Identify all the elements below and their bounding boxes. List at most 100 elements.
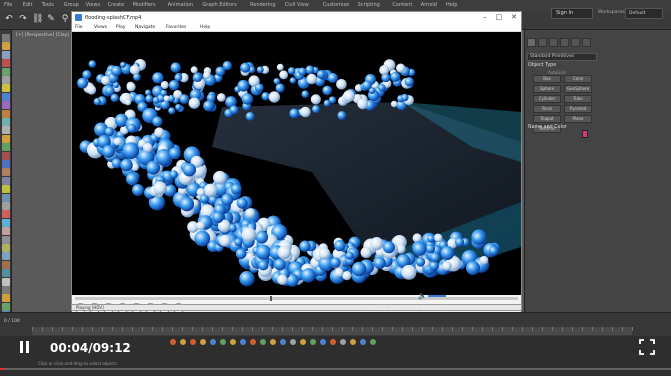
bottom-toolbar-icon[interactable]	[290, 339, 296, 345]
workspaces-dropdown[interactable]: Default	[625, 8, 663, 19]
player-menu-navigate[interactable]: Navigate	[135, 25, 155, 30]
tool-icon[interactable]	[2, 210, 10, 219]
bottom-toolbar-icon[interactable]	[210, 339, 216, 345]
bottom-toolbar-icon[interactable]	[280, 339, 286, 345]
tool-icon[interactable]	[2, 244, 10, 252]
bottom-toolbar-icon[interactable]	[170, 339, 176, 345]
video-pause-icon[interactable]	[20, 341, 29, 353]
bottom-toolbar-icon[interactable]	[200, 339, 206, 345]
tool-icon[interactable]	[2, 118, 10, 126]
bottom-toolbar-icon[interactable]	[360, 339, 366, 345]
tool-icon[interactable]	[2, 168, 10, 177]
player-menu-file[interactable]: File	[75, 25, 83, 30]
tool-icon[interactable]	[2, 202, 10, 210]
tool-icon[interactable]	[2, 50, 10, 59]
tool-icon[interactable]	[2, 101, 10, 110]
tool-icon[interactable]	[2, 34, 10, 42]
create-plane-button[interactable]: Plane	[564, 115, 592, 123]
display-tab-icon[interactable]	[571, 38, 580, 47]
player-menu-favorites[interactable]: Favorites	[166, 25, 186, 30]
bottom-toolbar-icon[interactable]	[180, 339, 186, 345]
primitive-type-dropdown[interactable]: Standard Primitives	[527, 53, 597, 61]
minimize-icon[interactable]: –	[483, 13, 487, 21]
create-geosphere-button[interactable]: GeoSphere	[564, 85, 592, 93]
tool-icon[interactable]	[2, 218, 10, 227]
bottom-toolbar-icon[interactable]	[340, 339, 346, 345]
tool-icon[interactable]	[2, 269, 10, 278]
object-type-rollout[interactable]: Object Type	[528, 63, 556, 68]
menu-item-graph-editors[interactable]: Graph Editors	[202, 2, 236, 8]
menu-item-group[interactable]: Group	[64, 2, 79, 8]
motion-tab-icon[interactable]	[560, 38, 569, 47]
menu-item-views[interactable]: Views	[86, 2, 100, 8]
menu-item-modifiers[interactable]: Modifiers	[133, 2, 156, 8]
create-teapot-button[interactable]: Teapot	[533, 115, 561, 123]
create-torus-button[interactable]: Torus	[533, 105, 561, 113]
link-icon[interactable]: ⛓	[32, 14, 43, 24]
menu-item-rendering[interactable]: Rendering	[250, 2, 276, 8]
frame-counter[interactable]: 0 / 100	[4, 319, 20, 324]
menu-item-arnold[interactable]: Arnold	[421, 2, 437, 8]
tool-icon[interactable]	[2, 134, 10, 143]
menu-item-animation[interactable]: Animation	[168, 2, 194, 8]
hierarchy-tab-icon[interactable]	[549, 38, 558, 47]
menu-item-tools[interactable]: Tools	[42, 2, 54, 8]
modify-tab-icon[interactable]	[538, 38, 547, 47]
bottom-toolbar-icon[interactable]	[230, 339, 236, 345]
name-color-rollout[interactable]: Name and Color	[528, 125, 567, 130]
create-sphere-button[interactable]: Sphere	[533, 85, 561, 93]
create-tube-button[interactable]: Tube	[564, 95, 592, 103]
tool-icon[interactable]	[2, 277, 10, 286]
object-color-swatch[interactable]	[582, 130, 588, 138]
create-cylinder-button[interactable]: Cylinder	[533, 95, 561, 103]
tool-icon[interactable]	[2, 294, 10, 303]
utilities-tab-icon[interactable]	[582, 38, 591, 47]
tool-icon[interactable]	[2, 185, 10, 194]
bottom-toolbar-icon[interactable]	[350, 339, 356, 345]
player-menu-play[interactable]: Play	[116, 25, 125, 30]
bottom-toolbar-icon[interactable]	[250, 339, 256, 345]
close-icon[interactable]: ✕	[511, 13, 517, 21]
seek-thumb[interactable]	[269, 296, 272, 301]
tool-icon[interactable]	[2, 252, 10, 261]
create-pyramid-button[interactable]: Pyramid	[564, 105, 592, 113]
tool-icon[interactable]	[2, 193, 10, 202]
tool-icon[interactable]	[2, 92, 10, 101]
tool-icon[interactable]	[2, 42, 10, 51]
tool-icon[interactable]	[2, 176, 10, 185]
create-tab-icon[interactable]	[527, 38, 536, 47]
tool-icon[interactable]	[2, 67, 10, 76]
create-cone-button[interactable]: Cone	[564, 75, 592, 83]
menu-item-customize[interactable]: Customize	[323, 2, 349, 8]
fullscreen-icon[interactable]	[639, 339, 655, 355]
tool-icon[interactable]	[2, 143, 10, 152]
video-frame[interactable]	[72, 32, 521, 295]
bottom-toolbar-icon[interactable]	[300, 339, 306, 345]
bottom-toolbar-icon[interactable]	[220, 339, 226, 345]
menu-item-scripting[interactable]: Scripting	[358, 2, 380, 8]
unlink-icon[interactable]: ✎	[46, 14, 56, 24]
bottom-toolbar-icon[interactable]	[260, 339, 266, 345]
undo-icon[interactable]: ↶	[4, 14, 14, 24]
maximize-icon[interactable]: □	[496, 13, 503, 21]
tool-icon[interactable]	[2, 59, 10, 68]
bottom-toolbar-icon[interactable]	[310, 339, 316, 345]
tool-icon[interactable]	[2, 286, 10, 294]
bottom-toolbar-icon[interactable]	[320, 339, 326, 345]
video-progress-bar[interactable]	[0, 368, 671, 370]
tool-icon[interactable]	[2, 260, 10, 269]
create-box-button[interactable]: Box	[533, 75, 561, 83]
tool-icon[interactable]	[2, 76, 10, 84]
menu-item-edit[interactable]: Edit	[23, 2, 33, 8]
tool-icon[interactable]	[2, 84, 10, 93]
tool-icon[interactable]	[2, 126, 10, 135]
tool-icon[interactable]	[2, 160, 10, 168]
volume-icon[interactable]: 🔈	[418, 292, 427, 300]
player-menu-help[interactable]: Help	[200, 25, 210, 30]
bottom-toolbar-icon[interactable]	[330, 339, 336, 345]
redo-icon[interactable]: ↷	[18, 14, 28, 24]
menu-item-help[interactable]: Help	[446, 2, 457, 8]
menu-item-file[interactable]: File	[4, 2, 12, 8]
seek-bar[interactable]	[75, 296, 518, 301]
tool-icon[interactable]	[2, 235, 10, 244]
